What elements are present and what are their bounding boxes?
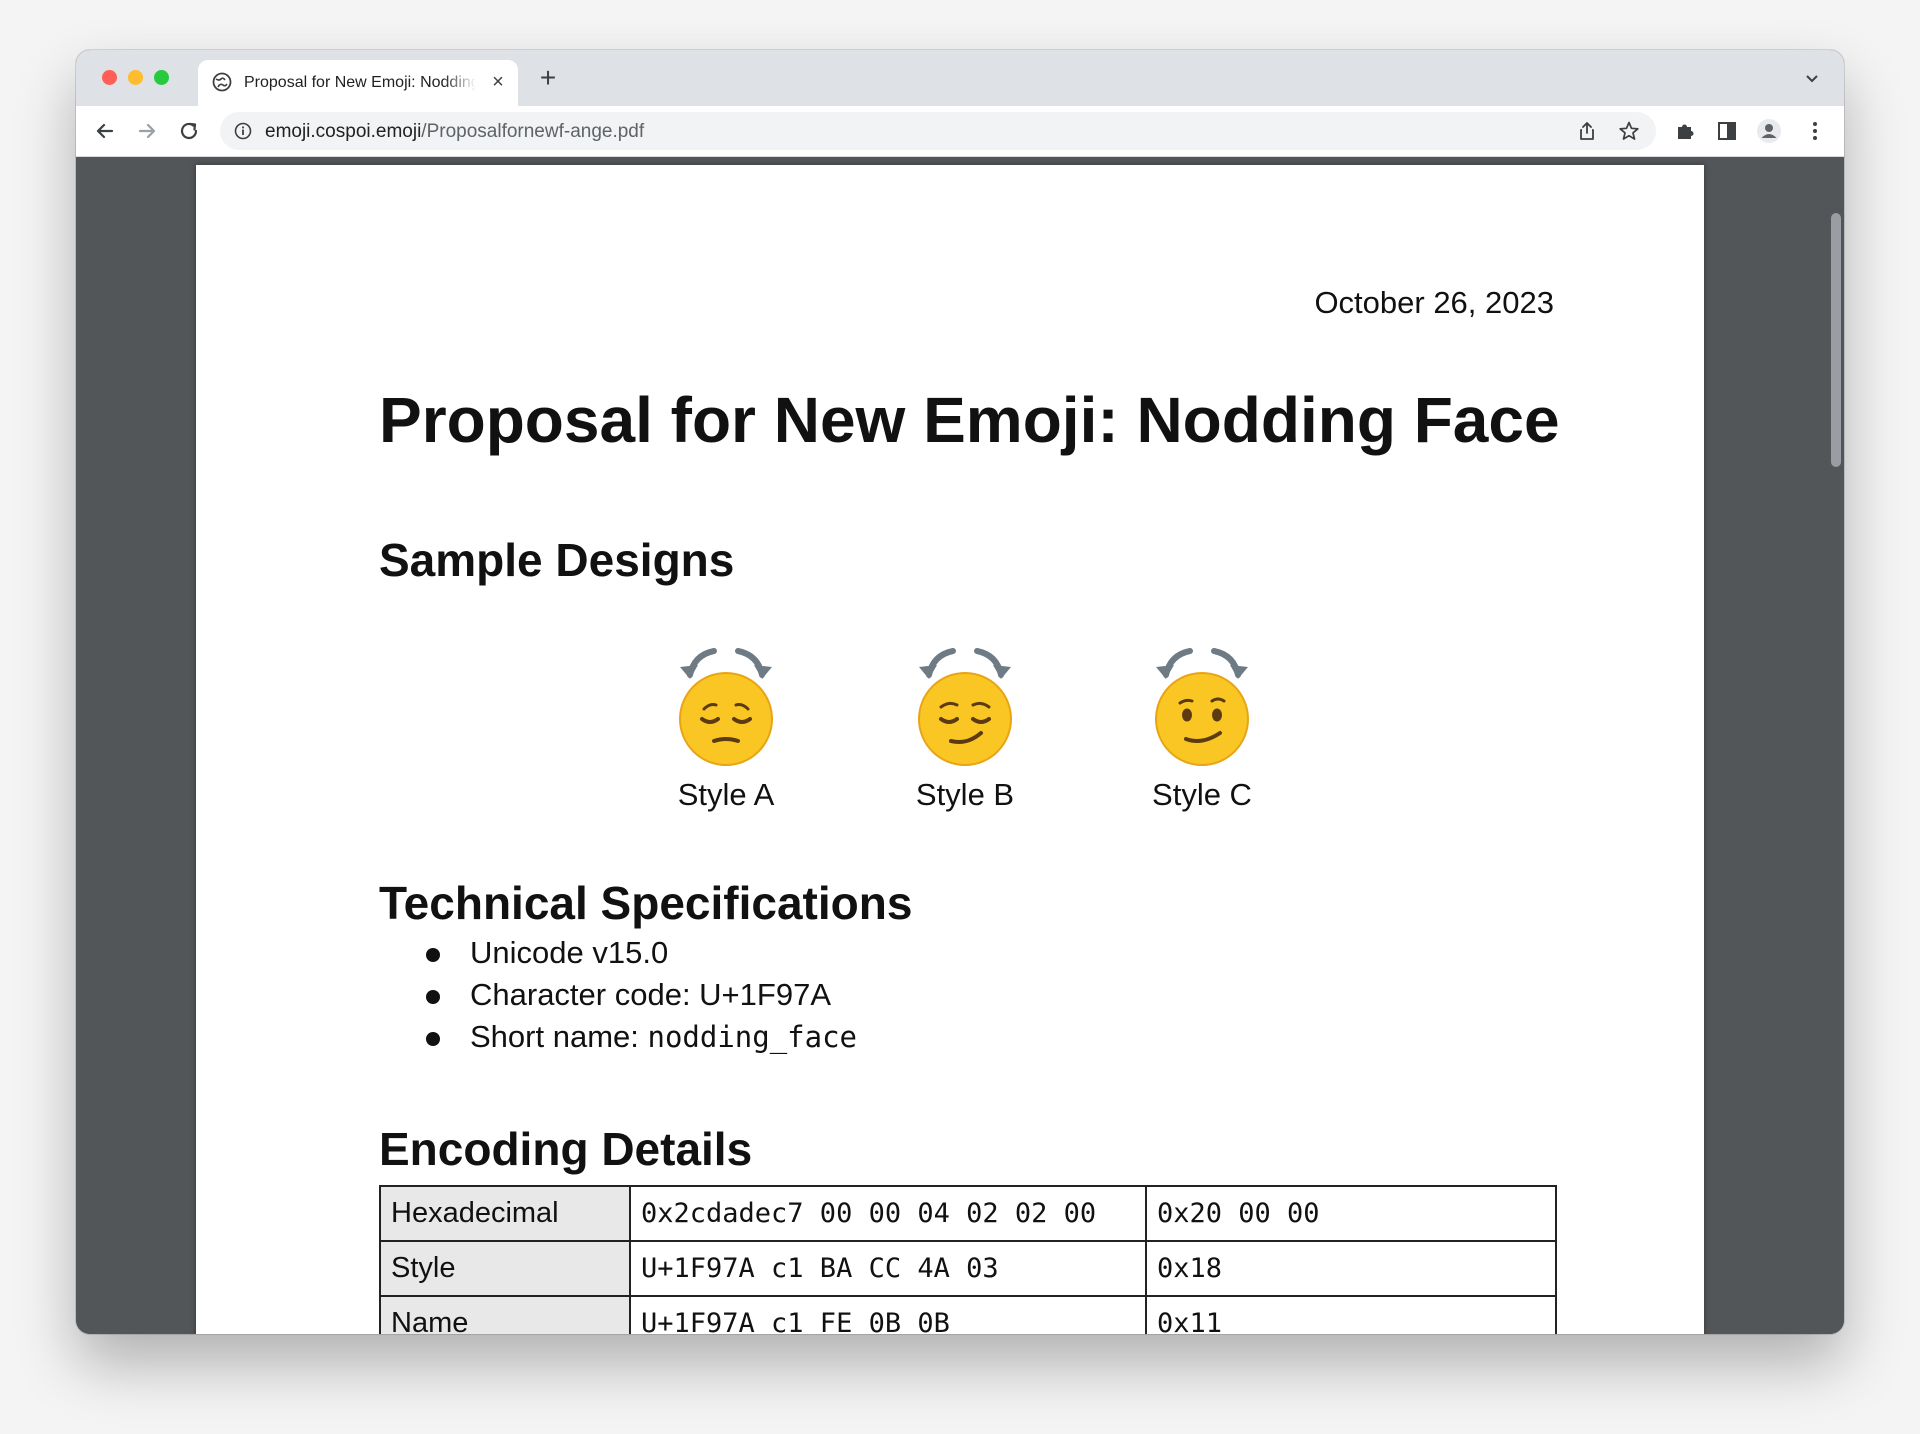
scrollbar-thumb[interactable] xyxy=(1831,213,1841,467)
active-tab[interactable]: Proposal for New Emoji: Nodding Face × xyxy=(198,60,518,106)
vertical-scrollbar[interactable] xyxy=(1826,157,1844,1334)
document-title: Proposal for New Emoji: Nodding Face xyxy=(379,384,1560,456)
technical-specifications-heading: Technical Specifications xyxy=(379,877,913,929)
profile-icon[interactable] xyxy=(1756,118,1782,144)
reload-icon[interactable] xyxy=(176,118,202,144)
row-extra: 0x18 xyxy=(1145,1240,1557,1297)
zoom-window-button[interactable] xyxy=(154,70,169,85)
list-item-short-name: Short name: nodding_face xyxy=(426,1019,857,1061)
nodding-face-style-c-icon xyxy=(1155,648,1249,766)
globe-icon xyxy=(212,72,232,92)
style-c-design: Style C xyxy=(1122,635,1282,825)
close-window-button[interactable] xyxy=(102,70,117,85)
style-a-design: Style A xyxy=(646,635,806,825)
share-icon[interactable] xyxy=(1576,120,1598,142)
row-value: 0x2cdadec7 00 00 04 02 02 00 xyxy=(629,1185,1147,1242)
row-label: Hexadecimal xyxy=(379,1185,631,1242)
arrow-left-icon[interactable] xyxy=(92,118,118,144)
sample-designs-heading: Sample Designs xyxy=(379,534,735,586)
row-label: Style xyxy=(379,1240,631,1297)
list-item-character-code: Character code: U+1F97A xyxy=(426,977,857,1019)
url-host: emoji.cospoi.emoji xyxy=(265,121,422,142)
spec-list: Unicode v15.0 Character code: U+1F97A Sh… xyxy=(426,935,857,1061)
table-row: Hexadecimal 0x2cdadec7 00 00 04 02 02 00… xyxy=(379,1185,1557,1242)
browser-window: Proposal for New Emoji: Nodding Face × +… xyxy=(76,50,1844,1334)
nodding-face-style-b-icon xyxy=(918,648,1012,766)
tab-title: Proposal for New Emoji: Nodding Face xyxy=(244,74,476,91)
encoding-table: Hexadecimal 0x2cdadec7 00 00 04 02 02 00… xyxy=(379,1185,1557,1334)
short-name-value: nodding_face xyxy=(647,1020,858,1054)
row-label: Name xyxy=(379,1295,631,1334)
close-icon[interactable]: × xyxy=(488,72,508,92)
style-b-design: Style B xyxy=(885,635,1045,825)
style-a-label: Style A xyxy=(677,777,775,812)
row-value: U+1F97A c1 FE 0B 0B xyxy=(629,1295,1147,1334)
side-panel-icon[interactable] xyxy=(1714,118,1740,144)
style-c-label: Style C xyxy=(1152,777,1252,812)
row-extra: 0x11 xyxy=(1145,1295,1557,1334)
url-text[interactable]: emoji.cospoi.emoji/Proposalfornewf-ange.… xyxy=(265,121,644,143)
plus-icon[interactable]: + xyxy=(534,64,562,92)
style-b-label: Style B xyxy=(915,777,1015,812)
chevron-down-icon[interactable] xyxy=(1802,68,1822,88)
star-icon[interactable] xyxy=(1618,120,1640,142)
puzzle-icon[interactable] xyxy=(1672,118,1698,144)
pdf-viewer[interactable]: October 26, 2023 Proposal for New Emoji:… xyxy=(76,157,1844,1334)
short-name-label: Short name: xyxy=(470,1019,639,1054)
encoding-details-heading: Encoding Details xyxy=(379,1123,753,1175)
document-date: October 26, 2023 xyxy=(1314,285,1554,320)
kebab-menu-icon[interactable] xyxy=(1802,118,1828,144)
url-path: /Proposalfornewf-ange.pdf xyxy=(421,121,645,142)
list-item-unicode-version: Unicode v15.0 xyxy=(426,935,857,977)
info-icon[interactable] xyxy=(234,122,252,140)
pdf-page: October 26, 2023 Proposal for New Emoji:… xyxy=(196,165,1704,1334)
table-row: Name U+1F97A c1 FE 0B 0B 0x11 xyxy=(379,1295,1557,1334)
row-extra: 0x20 00 00 xyxy=(1145,1185,1557,1242)
browser-toolbar: emoji.cospoi.emoji/Proposalfornewf-ange.… xyxy=(76,106,1844,157)
table-row: Style U+1F97A c1 BA CC 4A 03 0x18 xyxy=(379,1240,1557,1297)
row-value: U+1F97A c1 BA CC 4A 03 xyxy=(629,1240,1147,1297)
nodding-face-style-a-icon xyxy=(679,648,773,766)
address-bar[interactable]: emoji.cospoi.emoji/Proposalfornewf-ange.… xyxy=(220,112,1656,150)
arrow-right-icon[interactable] xyxy=(134,118,160,144)
minimize-window-button[interactable] xyxy=(128,70,143,85)
tab-strip: Proposal for New Emoji: Nodding Face × + xyxy=(76,50,1844,106)
